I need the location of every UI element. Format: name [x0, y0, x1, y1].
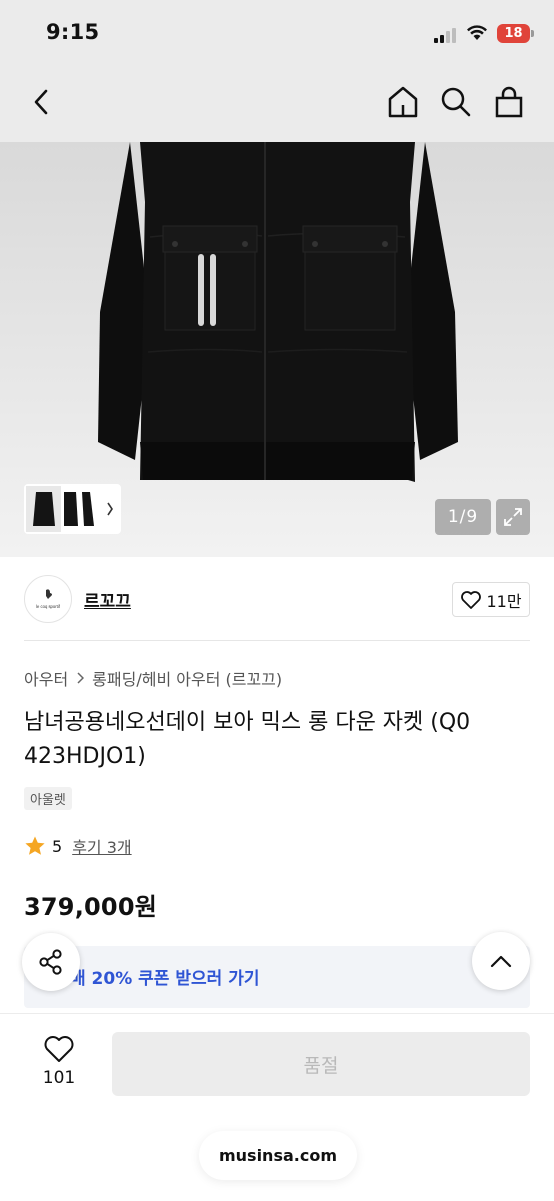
share-icon — [39, 949, 62, 975]
expand-icon — [504, 508, 522, 526]
share-button[interactable] — [22, 933, 80, 991]
brand-name-link[interactable]: 르꼬끄 — [84, 587, 131, 612]
brand-like-count: 11만 — [486, 591, 522, 611]
battery-tip — [531, 30, 534, 37]
brand-logo[interactable]: le coq sportif — [24, 575, 72, 623]
wishlist-count: 101 — [42, 1068, 76, 1088]
product-title-line1: 남녀공용네오선데이 보아 믹스 롱 다운 자켓 (Q0 — [24, 710, 471, 735]
cellular-signal-icon — [434, 27, 458, 43]
rating-row: 5 후기 3개 — [24, 834, 132, 858]
brand-like-button[interactable]: 11만 — [452, 582, 530, 617]
coupon-text[interactable]: 매 20% 쿠폰 받으러 가기 — [70, 964, 259, 989]
chevron-right-icon — [77, 672, 85, 684]
battery-indicator: 18 — [497, 24, 530, 43]
back-button[interactable] — [24, 84, 60, 120]
wishlist-button[interactable]: 101 — [30, 1034, 88, 1088]
heart-icon — [44, 1036, 74, 1062]
breadcrumb-item-outer[interactable]: 아우터 — [24, 666, 68, 690]
product-price: 379,000원 — [24, 893, 157, 921]
heart-icon — [461, 590, 482, 609]
outlet-badge: 아울렛 — [24, 787, 72, 810]
fullscreen-button[interactable] — [496, 499, 530, 535]
home-icon — [388, 86, 418, 118]
scroll-top-button[interactable] — [472, 932, 530, 990]
brand-logo-image: le coq sportif — [36, 589, 61, 609]
product-title-line2: 423HDJO1) — [24, 744, 146, 769]
breadcrumb: 아우터 롱패딩/헤비 아우터 (르꼬끄) — [24, 666, 282, 690]
svg-text:le coq sportif: le coq sportif — [36, 604, 61, 609]
rating-value: 5 — [52, 836, 63, 856]
divider — [24, 640, 530, 641]
chevron-up-icon — [490, 955, 512, 968]
thumbnail-images — [26, 486, 113, 532]
reviews-link[interactable]: 후기 3개 — [72, 834, 131, 858]
browser-url-pill[interactable]: musinsa.com — [199, 1131, 357, 1180]
sold-out-button[interactable]: 품절 — [112, 1032, 530, 1096]
home-button[interactable] — [385, 84, 421, 120]
wifi-icon — [467, 25, 487, 40]
breadcrumb-item-category[interactable]: 롱패딩/헤비 아우터 (르꼬끄) — [92, 666, 282, 690]
search-button[interactable] — [438, 84, 474, 120]
chevron-left-icon — [34, 89, 48, 115]
search-icon — [441, 87, 471, 117]
thumbnail-strip[interactable] — [24, 484, 121, 534]
star-icon — [25, 836, 45, 855]
cart-button[interactable] — [491, 84, 527, 120]
product-title: 남녀공용네오선데이 보아 믹스 롱 다운 자켓 (Q0 423HDJO1) — [24, 706, 534, 774]
status-time: 9:15 — [46, 20, 100, 44]
shopping-bag-icon — [495, 86, 523, 118]
image-counter: 1/9 — [435, 499, 491, 535]
